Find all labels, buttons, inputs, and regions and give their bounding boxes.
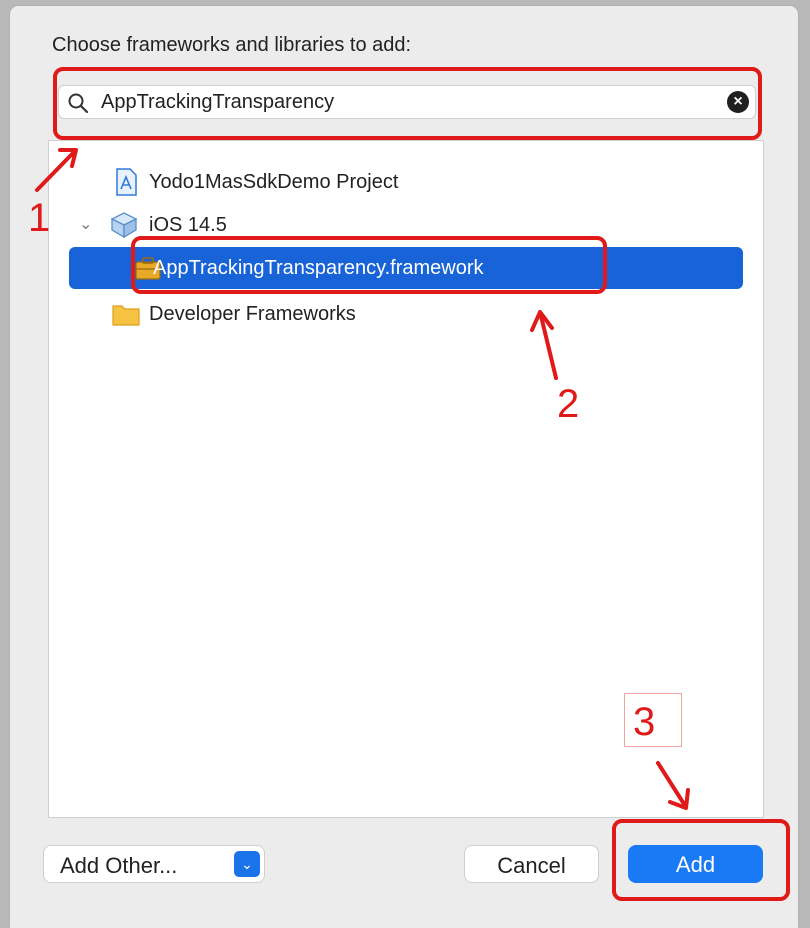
chevron-down-icon: ⌄ — [234, 851, 260, 877]
annotation-step-3: 3 — [633, 700, 656, 744]
annotation-step-2: 2 — [557, 382, 580, 426]
cancel-button[interactable]: Cancel — [464, 845, 599, 883]
annotation-box-framework — [131, 236, 607, 294]
folder-icon — [112, 305, 140, 326]
add-other-button[interactable]: Add Other... ⌄ — [43, 845, 265, 883]
project-icon — [116, 168, 137, 196]
annotation-box-add — [612, 819, 790, 901]
list-item-label: Developer Frameworks — [149, 303, 356, 325]
annotation-box-search — [53, 67, 762, 140]
list-item[interactable]: Developer Frameworks — [49, 293, 763, 335]
list-item-label: iOS 14.5 — [149, 214, 227, 236]
annotation-step-1: 1 — [28, 196, 51, 240]
dialog-title: Choose frameworks and libraries to add: — [52, 34, 412, 56]
chevron-down-icon[interactable]: ⌄ — [79, 214, 92, 234]
list-item[interactable]: Yodo1MasSdkDemo Project — [49, 161, 763, 203]
sdk-icon — [110, 212, 138, 239]
list-item-label: Yodo1MasSdkDemo Project — [149, 171, 399, 193]
